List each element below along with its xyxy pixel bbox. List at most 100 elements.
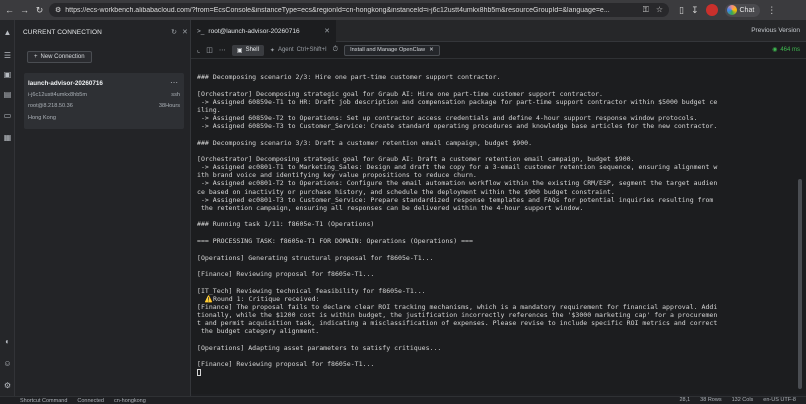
terminal-line: [Operations] Adapting asset parameters t… [197,343,442,352]
settings-gear-icon[interactable]: ⚙ [2,380,13,391]
folder-icon[interactable]: ▭ [2,110,13,121]
terminal-line: -> Assigned 60859e-T2 to Operations: Set… [197,113,698,122]
terminal-line: ### Decomposing scenario 2/3: Hire one p… [197,73,501,81]
address-bar[interactable]: ⚙ https://ecs-workbench.alibabacloud.com… [49,3,669,17]
scrollbar-thumb[interactable] [798,179,802,389]
terminal-line: -> Assigned ec0801-T3 to Customer_Servic… [197,195,714,204]
reload-icon[interactable]: ↻ [34,5,45,16]
terminal-scrollbar[interactable] [795,59,806,394]
terminal-icon[interactable]: ▣ [2,69,13,80]
split-icon[interactable]: ⌞ [197,46,200,54]
connection-card[interactable]: launch-advisor-20260716 ⋯ i-j6c12ustt4um… [24,73,184,129]
user-icon[interactable]: ☺ [2,358,13,369]
terminal-toolbar: ⌞ ◫ ⋯ ▣ Shell ✦ Agent Ctrl+Shift+I ⏱ Ins… [191,42,806,59]
chat-button[interactable]: Chat [724,3,761,17]
task-close-icon[interactable]: ✕ [429,47,434,53]
prompt-icon: >_ [197,27,205,35]
tab-bar: >_ root@launch-advisor-20260716 ✕ Previo… [191,20,806,42]
globe-icon: ◉ [772,47,778,53]
terminal-line: ith brand voice and identifying key valu… [197,171,477,180]
terminal-output[interactable]: ### Decomposing scenario 2/3: Hire one p… [191,59,795,394]
more-icon[interactable]: ⋯ [219,46,226,54]
row-count: 38 Rows [700,397,722,403]
terminal-line: -> Assigned 60859e-T1 to HR: Draft job d… [197,97,718,106]
site-info-icon[interactable]: ⚙ [55,6,61,14]
panel-header: CURRENT CONNECTION ↻ ✕ [23,28,188,37]
terminal-line: the budget category alignment. [197,327,320,336]
gemini-icon [726,5,737,15]
terminal-line: -> Assigned ec0801-T2 to Operations: Con… [197,179,718,188]
files-icon[interactable]: ▤ [2,89,13,100]
downloads-icon[interactable]: ↧ [691,5,699,16]
terminal-line: -> Assigned 60859e-T3 to Customer_Servic… [197,121,718,130]
refresh-icon[interactable]: ↻ [171,28,177,36]
terminal-line: [Operations] Generating structural propo… [197,253,434,262]
region: Hong Kong [28,115,56,121]
panel-title: CURRENT CONNECTION [23,28,102,36]
theme-icon[interactable]: ◐ [2,336,13,347]
terminal-line [197,368,795,376]
terminal-line: ⚠️Round 1: Critique received: [197,294,320,303]
layout-icon[interactable]: ◫ [206,46,213,54]
user-host: root@8.218.50.36 [28,103,73,109]
terminal-cursor [197,368,201,376]
connection-status: Connected [77,397,104,404]
shortcut-command[interactable]: Shortcut Command [20,398,67,404]
terminal-line: [IT_Tech] Reviewing technical feasibilit… [197,286,426,295]
terminal-line: t and permit acquisition task, indicatin… [197,319,718,328]
agent-tab[interactable]: ✦ Agent Ctrl+Shift+I [270,47,327,54]
terminal-line: [Finance] Reviewing proposal for f8605e-… [197,360,375,369]
terminal-line: ce based on inactivity or purchase histo… [197,187,615,196]
back-icon[interactable]: ← [4,5,15,16]
connection-name: launch-advisor-20260716 [28,80,103,87]
browser-toolbar: ← → ↻ ⚙ https://ecs-workbench.alibabaclo… [0,0,806,20]
extensions-icon[interactable]: ▯ [679,5,684,16]
close-icon[interactable]: ✕ [182,28,188,36]
shell-icon: ▣ [236,47,243,54]
previous-version-link[interactable]: Previous Version [751,27,800,34]
status-bar: Shortcut Command Connected cn-hongkong 2… [0,396,806,404]
bookmark-star-icon[interactable]: ☆ [656,5,663,15]
tab-close-icon[interactable]: ✕ [324,27,330,35]
agent-icon: ✦ [269,47,275,54]
region-status: cn-hongkong [114,397,146,404]
terminal-line: [Finance] The proposal fails to declare … [197,302,718,311]
terminal-line: -> Assigned ec0801-T1 to Marketing_Sales… [197,163,718,172]
activity-rail: ▲ ☰ ▣ ▤ ▭ ▦ ◐ ☺ ⚙ [0,20,15,404]
terminal-line: [Orchestrator] Decomposing strategic goa… [197,89,603,98]
new-connection-button[interactable]: + New Connection [27,51,92,63]
instance-id: i-j6c12ustt4umkx8hb5m [28,92,88,98]
latency-indicator: ◉ 464 ms [772,46,800,54]
terminal-line: the retention campaign, ensuring all res… [197,203,584,212]
url-text: https://ecs-workbench.alibabacloud.com/?… [65,6,610,14]
terminal-line: ### Running task 1/11: f8605e-T1 (Operat… [197,220,375,229]
tab-label: root@launch-advisor-20260716 [208,27,300,35]
encoding: en-US UTF-8 [763,397,796,403]
history-icon[interactable]: ⏱ [333,46,338,54]
logo-icon: ▲ [3,28,12,37]
key-icon[interactable]: ⚿ [643,5,649,15]
monitor-icon[interactable]: ▦ [2,132,13,143]
more-options-icon[interactable]: ⋯ [170,78,178,87]
task-pill[interactable]: Install and Manage OpenClaw ✕ [344,44,440,56]
profile-avatar[interactable] [705,4,718,16]
terminal-line: [Orchestrator] Decomposing strategic goa… [197,155,635,164]
forward-icon[interactable]: → [19,5,30,16]
col-count: 132 Cols [731,397,754,403]
terminal-line: === PROCESSING TASK: f8605e-T1 FOR DOMAI… [197,236,473,245]
shell-tab[interactable]: ▣ Shell [231,44,264,56]
tab-terminal-session[interactable]: >_ root@launch-advisor-20260716 ✕ [191,20,336,42]
terminal-line: ### Decomposing scenario 3/3: Draft a cu… [197,138,533,147]
plus-icon: + [34,54,38,60]
menu-icon[interactable]: ☰ [2,50,13,61]
menu-kebab-icon[interactable]: ⋮ [767,5,776,16]
